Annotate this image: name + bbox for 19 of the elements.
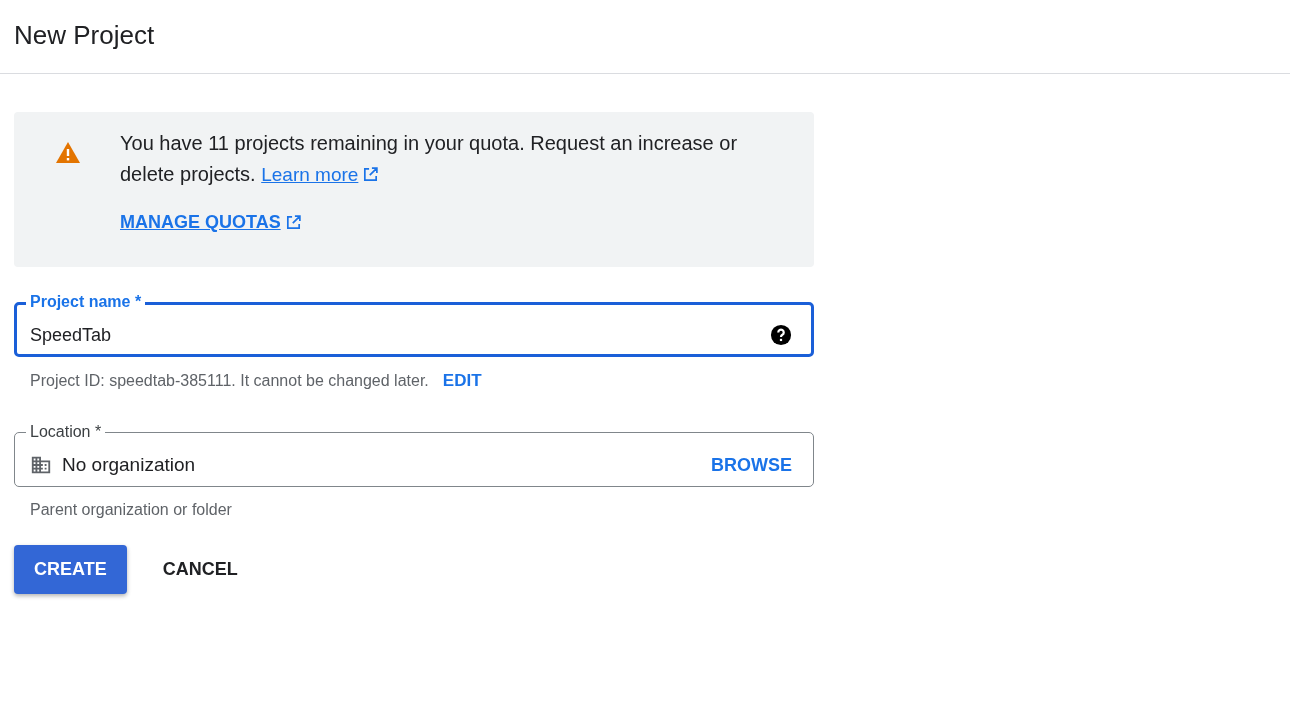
external-link-icon [362, 166, 380, 183]
helper-text: Parent organization or folder [30, 501, 232, 519]
building-icon [30, 454, 52, 476]
field-value: No organization [62, 454, 197, 476]
page-title: New Project [14, 20, 155, 51]
warning-icon [56, 142, 80, 163]
cancel-button[interactable]: CANCEL [142, 545, 258, 594]
external-link-icon [284, 214, 302, 231]
location-field[interactable]: Location * No organization BROWSE [14, 421, 814, 487]
help-icon[interactable] [770, 324, 792, 346]
edit-button[interactable]: EDIT [442, 371, 482, 391]
manage-quotas-link[interactable]: MANAGE QUOTAS [120, 212, 302, 233]
create-button[interactable]: CREATE [14, 545, 127, 594]
quota-message: You have 11 projects remaining in your quota. Request an increase or delete projects. Learn more [120, 128, 760, 190]
browse-button[interactable]: BROWSE [711, 454, 792, 476]
helper-text: Project ID: speedtab-385111. It cannot be changed later. [30, 372, 429, 390]
field-value: SpeedTab [30, 324, 113, 346]
project-name-field[interactable]: Project name * SpeedTab [14, 291, 814, 357]
learn-more-link[interactable]: Learn more [261, 159, 380, 190]
